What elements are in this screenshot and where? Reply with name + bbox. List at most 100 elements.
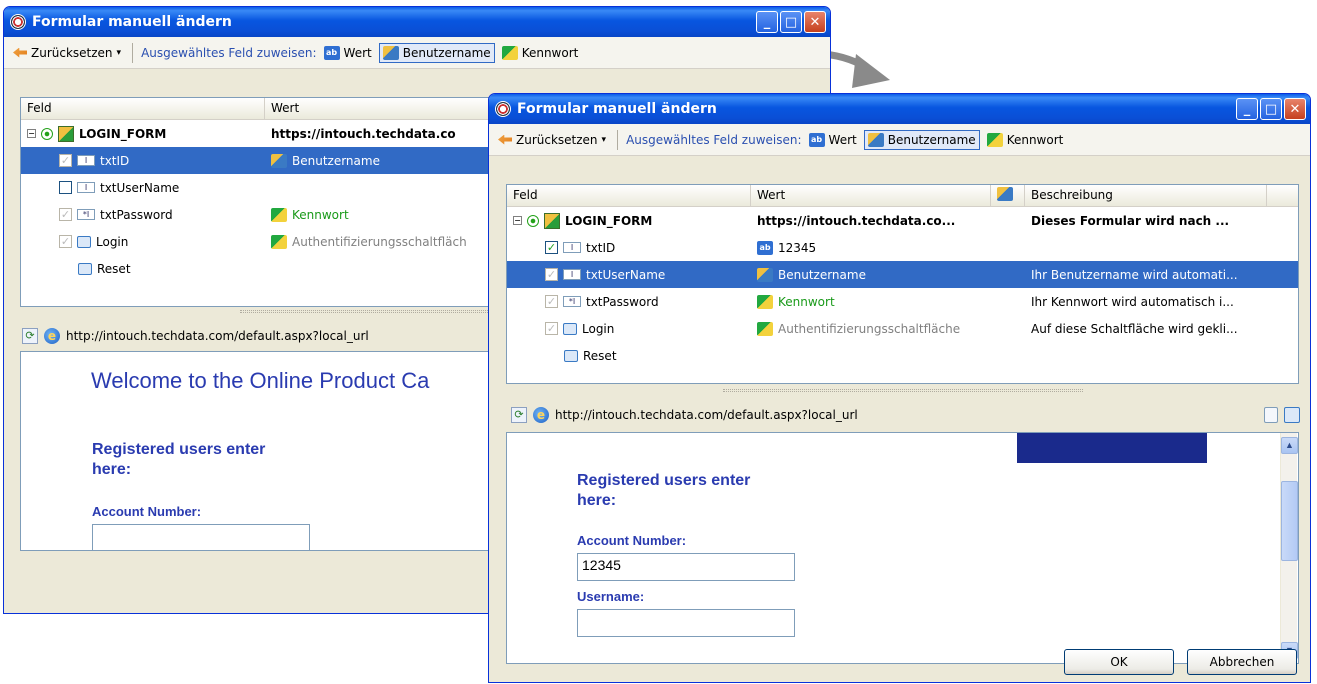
- assign-value-button[interactable]: ab Wert: [806, 130, 860, 150]
- account-number-input[interactable]: 12345: [577, 553, 795, 581]
- kennwort-label: Kennwort: [1006, 132, 1064, 147]
- password-icon: [271, 207, 287, 222]
- window-title: Formular manuell ändern: [517, 101, 717, 117]
- tree-row-txtpassword[interactable]: ✓ *I txtPassword Kennwort Ihr Kennwort w…: [507, 288, 1298, 315]
- field-value: https://intouch.techdata.co...: [757, 213, 956, 228]
- assign-password-button[interactable]: Kennwort: [984, 130, 1067, 150]
- form-view-icon[interactable]: [1284, 407, 1300, 423]
- toolbar: Zurücksetzen ▾ Ausgewähltes Feld zuweise…: [4, 37, 830, 69]
- checkbox[interactable]: ✓: [59, 235, 72, 248]
- collapse-icon[interactable]: −: [27, 129, 36, 138]
- address-bar: ⟳ e http://intouch.techdata.com/default.…: [22, 323, 369, 349]
- reset-label: Zurücksetzen: [31, 45, 113, 60]
- field-value: https://intouch.techdata.co: [271, 126, 456, 141]
- minimize-button[interactable]: _: [756, 11, 778, 33]
- assign-value-button[interactable]: ab Wert: [321, 43, 375, 63]
- button-field-icon: [563, 322, 577, 335]
- tree-row-reset[interactable]: Reset: [507, 342, 1298, 369]
- password-field-icon: *I: [77, 209, 95, 220]
- column-beschreibung[interactable]: Beschreibung: [1025, 185, 1267, 206]
- tree-row-login-form[interactable]: − LOGIN_FORM https://intouch.techdata.co…: [507, 207, 1298, 234]
- field-value: Authentifizierungsschaltfläch: [292, 234, 467, 249]
- close-button[interactable]: ✕: [804, 11, 826, 33]
- checkbox[interactable]: [59, 181, 72, 194]
- benutzername-label: Benutzername: [887, 132, 976, 147]
- account-number-label: Account Number:: [92, 504, 202, 519]
- close-button[interactable]: ✕: [1284, 98, 1306, 120]
- field-description: Dieses Formular wird nach ...: [1031, 213, 1230, 228]
- field-value: Authentifizierungsschaltfläche: [778, 321, 961, 336]
- splitter[interactable]: [506, 388, 1299, 394]
- refresh-icon[interactable]: ⟳: [511, 407, 527, 423]
- reset-button[interactable]: Zurücksetzen ▾: [10, 43, 124, 63]
- tree-row-login[interactable]: ✓ Login Authentifizierungsschaltfläche A…: [507, 315, 1298, 342]
- checkbox[interactable]: ✓: [59, 208, 72, 221]
- assign-username-button[interactable]: Benutzername: [863, 129, 980, 150]
- form-icon: [58, 125, 74, 142]
- copy-icon[interactable]: [1264, 407, 1278, 423]
- address-text[interactable]: http://intouch.techdata.com/default.aspx…: [555, 408, 858, 422]
- kennwort-label: Kennwort: [521, 45, 579, 60]
- username-icon: [757, 267, 773, 282]
- refresh-icon[interactable]: ⟳: [22, 328, 38, 344]
- assign-password-button[interactable]: Kennwort: [499, 43, 582, 63]
- tree-row-txtid[interactable]: ✓ I txtID ab 12345: [507, 234, 1298, 261]
- maximize-button[interactable]: □: [1260, 98, 1282, 120]
- tree-row-txtusername[interactable]: ✓ I txtUserName Benutzername Ihr Benutze…: [507, 261, 1298, 288]
- vertical-scrollbar[interactable]: ▲ ▼: [1280, 433, 1298, 663]
- username-input[interactable]: [577, 609, 795, 637]
- password-icon: [986, 132, 1003, 147]
- field-name: txtID: [586, 240, 616, 255]
- checkbox[interactable]: ✓: [545, 322, 558, 335]
- view-buttons: [1264, 407, 1300, 423]
- scroll-up-icon[interactable]: ▲: [1281, 437, 1298, 454]
- scroll-thumb[interactable]: [1281, 481, 1298, 561]
- field-value: Benutzername: [778, 267, 866, 282]
- assign-username-button[interactable]: Benutzername: [378, 42, 495, 63]
- minimize-button[interactable]: _: [1236, 98, 1258, 120]
- undo-icon: [13, 47, 27, 58]
- field-name: Reset: [97, 261, 131, 276]
- field-description: Auf diese Schaltfläche wird gekli...: [1031, 321, 1238, 336]
- field-name: txtPassword: [100, 207, 173, 222]
- reset-button[interactable]: Zurücksetzen ▾: [495, 130, 609, 150]
- button-field-icon: [78, 262, 92, 275]
- checkbox[interactable]: ✓: [545, 241, 558, 254]
- cancel-button[interactable]: Abbrechen: [1187, 649, 1297, 675]
- field-name: txtUserName: [586, 267, 666, 282]
- field-name: Reset: [583, 348, 617, 363]
- value-icon: ab: [808, 132, 825, 147]
- undo-icon: [498, 134, 512, 145]
- checkbox[interactable]: ✓: [545, 295, 558, 308]
- account-number-input[interactable]: [92, 524, 310, 550]
- textfield-icon: I: [563, 269, 581, 280]
- submit-icon: [757, 321, 773, 336]
- button-field-icon: [564, 349, 578, 362]
- collapse-icon[interactable]: −: [513, 216, 522, 225]
- field-description: Ihr Kennwort wird automatisch i...: [1031, 294, 1234, 309]
- field-name: Login: [96, 234, 129, 249]
- field-name: LOGIN_FORM: [565, 213, 653, 228]
- web-preview: Registered users enter here: Account Num…: [506, 432, 1299, 664]
- field-name: txtUserName: [100, 180, 180, 195]
- column-feld[interactable]: Feld: [507, 185, 751, 206]
- ok-button[interactable]: OK: [1064, 649, 1174, 675]
- address-text[interactable]: http://intouch.techdata.com/default.aspx…: [66, 329, 369, 343]
- password-icon: [757, 294, 773, 309]
- app-icon: [495, 101, 511, 117]
- field-name: LOGIN_FORM: [79, 126, 167, 141]
- column-edit-icon[interactable]: [991, 185, 1025, 206]
- value-icon: ab: [323, 45, 340, 60]
- column-feld[interactable]: Feld: [21, 98, 265, 119]
- toolbar: Zurücksetzen ▾ Ausgewähltes Feld zuweise…: [489, 124, 1310, 156]
- checkbox[interactable]: ✓: [59, 154, 72, 167]
- maximize-button[interactable]: □: [780, 11, 802, 33]
- username-icon: [867, 132, 884, 147]
- textfield-icon: I: [563, 242, 581, 253]
- column-wert[interactable]: Wert: [751, 185, 991, 206]
- edit-icon: [997, 187, 1013, 201]
- checkbox[interactable]: ✓: [545, 268, 558, 281]
- wert-label: Wert: [343, 45, 372, 60]
- browser-icon: e: [44, 328, 60, 344]
- password-icon: [501, 45, 518, 60]
